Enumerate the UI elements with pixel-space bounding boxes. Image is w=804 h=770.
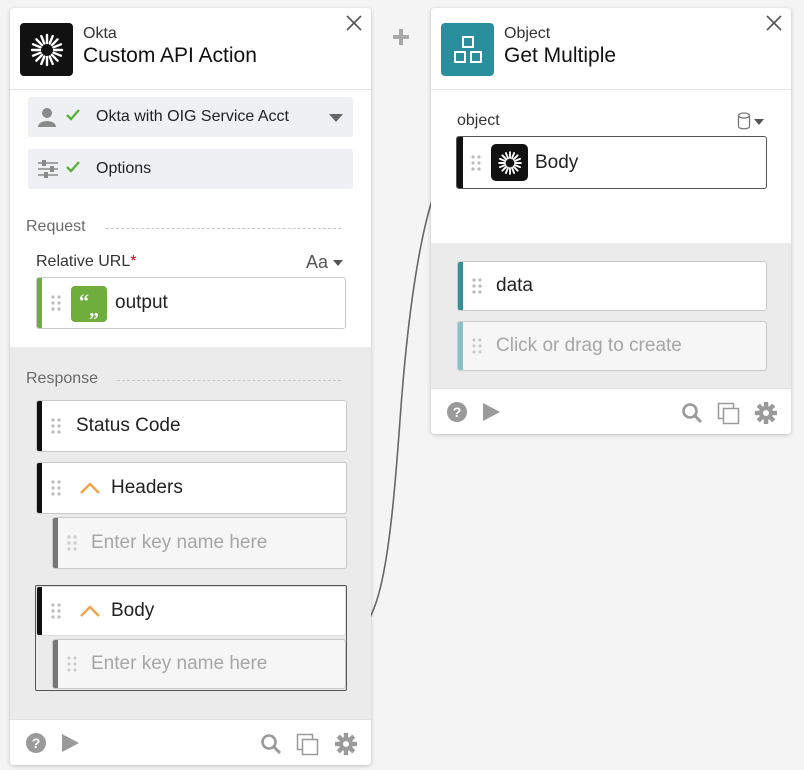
drag-handle-icon[interactable]: [67, 535, 77, 551]
request-section-label: Request: [26, 218, 86, 235]
create-output-field[interactable]: Click or drag to create: [457, 321, 767, 371]
add-step-button[interactable]: [391, 27, 411, 47]
divider: [106, 228, 341, 229]
copy-icon[interactable]: [296, 733, 320, 757]
gear-icon[interactable]: [755, 402, 777, 424]
divider: [117, 380, 341, 381]
card-title: Custom API Action: [83, 44, 257, 67]
object-input-field[interactable]: Body: [456, 136, 767, 189]
okta-sunburst-icon: [20, 23, 73, 76]
okta-custom-api-action-card[interactable]: Okta Custom API Action Okta with OIG Ser…: [10, 8, 371, 765]
app-name: Okta: [83, 25, 117, 42]
drag-handle-icon[interactable]: [472, 278, 482, 294]
body-key-placeholder: Enter key name here: [91, 653, 268, 674]
object-squares-icon: [441, 23, 494, 76]
relative-url-field[interactable]: “ „ output: [36, 277, 346, 329]
chevron-down-icon: [329, 114, 343, 122]
headers-key-input[interactable]: Enter key name here: [52, 517, 347, 569]
data-output-label: data: [496, 275, 533, 296]
card-footer: ?: [10, 719, 371, 765]
card-header: Okta Custom API Action: [10, 8, 371, 90]
object-input-label: object: [457, 112, 500, 129]
drag-handle-icon[interactable]: [51, 603, 61, 619]
relative-url-label: Relative URL*: [36, 253, 137, 270]
drag-handle-icon[interactable]: [51, 480, 61, 496]
checkmark-icon: [66, 161, 80, 173]
copy-icon[interactable]: [717, 402, 741, 426]
chevron-up-icon[interactable]: [79, 481, 101, 495]
response-section-label: Response: [26, 370, 99, 387]
status-code-field[interactable]: Status Code: [36, 400, 347, 452]
card-header: Object Get Multiple: [431, 8, 791, 90]
card-footer: ?: [431, 388, 791, 434]
options-label: Options: [96, 160, 152, 177]
help-icon[interactable]: ?: [26, 733, 46, 753]
svg-text:„: „: [89, 299, 99, 321]
headers-label: Headers: [111, 477, 183, 498]
search-icon[interactable]: [260, 733, 282, 755]
options-button[interactable]: Options: [28, 149, 353, 189]
input-type-selector[interactable]: [737, 112, 765, 135]
body-field[interactable]: Body: [36, 586, 346, 636]
connection-label: Okta with OIG Service Acct: [96, 108, 289, 125]
type-selector[interactable]: Aa: [306, 252, 343, 273]
database-icon: [737, 112, 764, 130]
status-code-label: Status Code: [76, 415, 181, 436]
body-key-input[interactable]: Enter key name here: [52, 639, 346, 689]
object-input-value: Body: [535, 151, 579, 173]
drag-handle-icon[interactable]: [472, 338, 482, 354]
relative-url-value: output: [115, 292, 168, 313]
drag-handle-icon[interactable]: [51, 418, 61, 434]
close-icon[interactable]: [765, 14, 783, 32]
help-icon[interactable]: ?: [447, 402, 467, 422]
headers-field[interactable]: Headers: [36, 462, 347, 514]
create-output-placeholder: Click or drag to create: [496, 335, 682, 356]
play-icon[interactable]: [481, 402, 501, 422]
drag-handle-icon[interactable]: [67, 656, 77, 672]
body-label: Body: [111, 600, 155, 621]
chevron-down-icon: [333, 260, 343, 267]
drag-handle-icon[interactable]: [471, 154, 481, 171]
checkmark-icon: [66, 109, 80, 121]
play-icon[interactable]: [60, 733, 80, 753]
text-quote-icon: “ „: [71, 286, 107, 322]
connection-select[interactable]: Okta with OIG Service Acct: [28, 97, 353, 137]
data-output-field[interactable]: data: [457, 261, 767, 311]
sliders-icon: [38, 160, 58, 178]
close-icon[interactable]: [345, 14, 363, 32]
app-name: Object: [504, 25, 551, 42]
card-title: Get Multiple: [504, 44, 617, 67]
svg-text:“: “: [79, 291, 89, 313]
gear-icon[interactable]: [335, 733, 357, 755]
user-icon: [38, 108, 56, 127]
object-get-multiple-card[interactable]: Object Get Multiple object Body data Cli…: [431, 8, 791, 434]
search-icon[interactable]: [681, 402, 703, 424]
svg-text:?: ?: [32, 735, 41, 751]
drag-handle-icon[interactable]: [51, 295, 61, 311]
plus-icon: [393, 29, 409, 45]
headers-key-placeholder: Enter key name here: [91, 532, 268, 553]
chevron-up-icon[interactable]: [79, 604, 101, 618]
svg-text:?: ?: [453, 404, 462, 420]
okta-sunburst-icon: [491, 144, 528, 181]
